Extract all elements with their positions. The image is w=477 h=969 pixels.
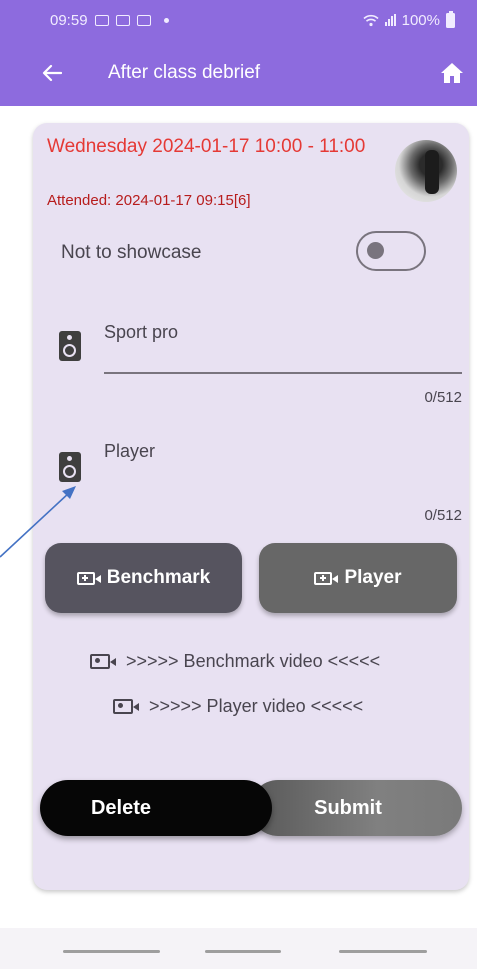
attended-time: Attended: 2024-01-17 09:15[6]: [47, 192, 251, 209]
sport-pro-char-counter: 0/512: [424, 389, 462, 406]
status-bar: 09:59 100%: [0, 0, 477, 40]
recent-apps-button[interactable]: [63, 950, 160, 953]
showcase-toggle[interactable]: [356, 231, 426, 271]
video-camera-add-icon: [76, 571, 101, 585]
signal-icon: [384, 14, 396, 26]
speaker-icon: [59, 331, 81, 361]
battery-percent: 100%: [401, 11, 440, 29]
app-notification-icon: [115, 14, 130, 26]
app-bar: After class debrief: [0, 40, 477, 106]
delete-button[interactable]: Delete: [40, 780, 272, 836]
wifi-icon: [363, 14, 379, 26]
system-navigation-bar: [0, 928, 477, 969]
arrow-left-icon: [42, 64, 62, 82]
benchmark-video-link[interactable]: >>>>> Benchmark video <<<<<: [90, 651, 380, 672]
page-title: After class debrief: [108, 62, 261, 83]
benchmark-button-label: Benchmark: [106, 567, 211, 588]
benchmark-video-label: >>>>> Benchmark video <<<<<: [126, 651, 381, 671]
player-video-button[interactable]: Player: [259, 543, 457, 613]
more-notifications-icon: [163, 17, 169, 23]
video-person-icon: [90, 654, 116, 669]
gallery-notification-icon: [94, 14, 109, 26]
player-char-counter: 0/512: [424, 507, 462, 524]
status-bar-right: 100%: [363, 10, 455, 29]
battery-icon: [446, 10, 455, 28]
session-date-time: Wednesday 2024-01-17 10:00 - 11:00: [47, 136, 366, 157]
back-nav-button[interactable]: [339, 950, 427, 953]
player-field[interactable]: Player: [104, 441, 155, 462]
video-person-icon: [113, 699, 139, 714]
sport-pro-underline: [104, 372, 462, 374]
showcase-label: Not to showcase: [61, 242, 202, 263]
video-camera-add-icon: [314, 571, 339, 585]
player-video-label: >>>>> Player video <<<<<: [149, 696, 364, 716]
status-bar-left: 09:59: [50, 12, 169, 29]
status-time: 09:59: [50, 11, 88, 29]
home-icon: [441, 63, 463, 83]
player-button-label: Player: [344, 567, 402, 588]
avatar[interactable]: [395, 140, 457, 202]
player-video-link[interactable]: >>>>> Player video <<<<<: [113, 696, 363, 717]
message-notification-icon: [136, 14, 151, 26]
sport-pro-field[interactable]: Sport pro: [104, 322, 178, 343]
home-nav-button[interactable]: [205, 950, 281, 953]
speaker-icon: [59, 452, 81, 482]
benchmark-video-button[interactable]: Benchmark: [45, 543, 242, 613]
home-button[interactable]: [438, 59, 466, 87]
toggle-knob: [367, 242, 384, 259]
debrief-card: Wednesday 2024-01-17 10:00 - 11:00 Atten…: [33, 123, 469, 890]
submit-button[interactable]: Submit: [250, 780, 462, 836]
back-button[interactable]: [38, 59, 66, 87]
